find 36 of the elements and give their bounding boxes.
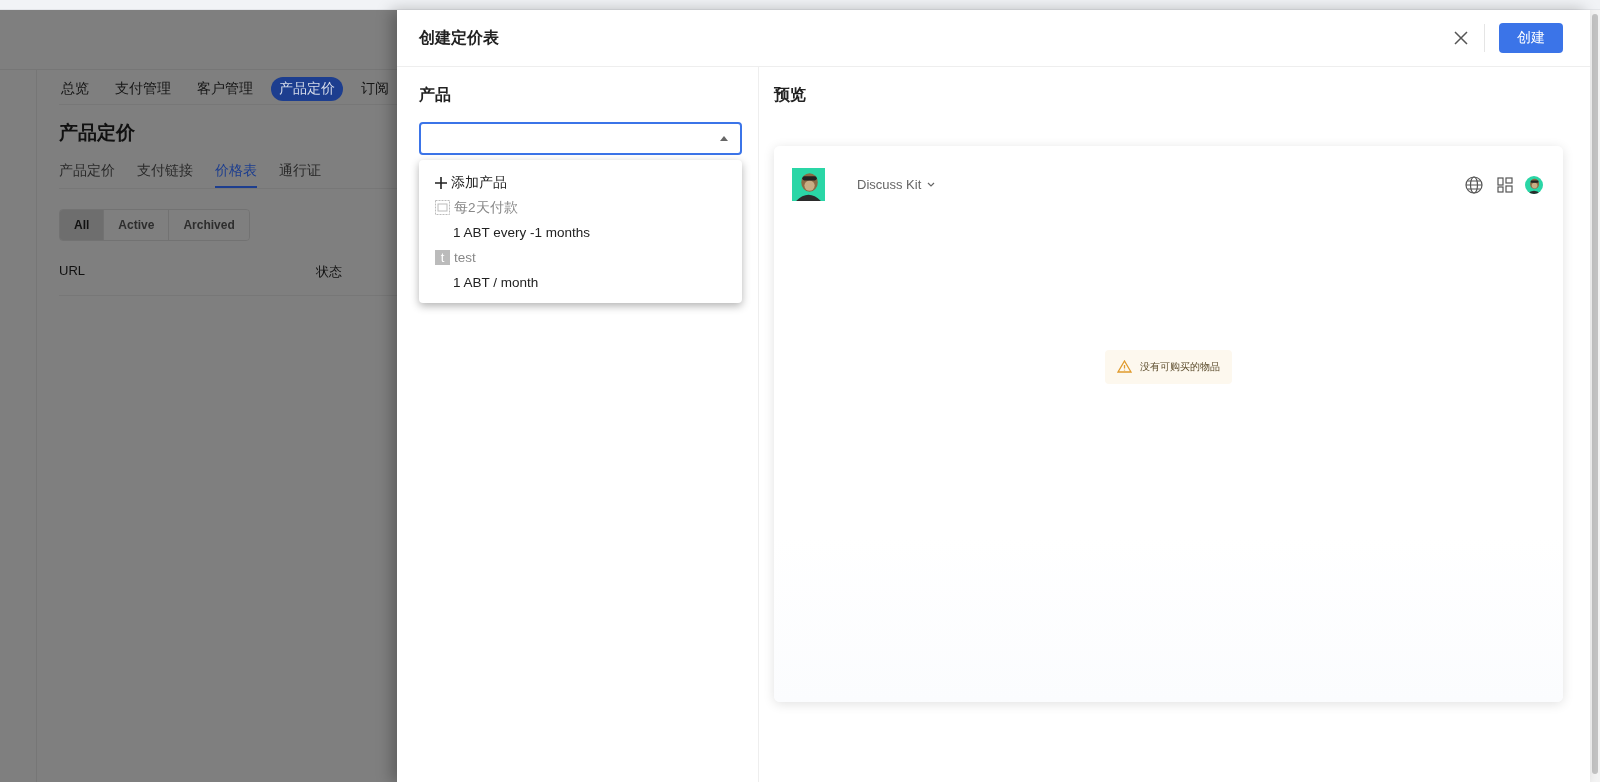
scrollbar-thumb[interactable] [1592, 14, 1598, 774]
caret-icon [720, 136, 728, 141]
dropdown-option[interactable]: 添加产品 [451, 173, 507, 192]
chevron-down-icon [927, 182, 936, 187]
preview-label: 预览 [774, 85, 807, 105]
filter-button[interactable]: All [60, 210, 105, 240]
letter-avatar: t [435, 250, 450, 265]
nav-tab[interactable]: 支付管理 [115, 77, 171, 101]
dropdown-option[interactable]: 1 ABT / month [453, 275, 539, 290]
avatar-button[interactable] [1525, 175, 1543, 194]
product-label: 产品 [419, 85, 452, 105]
product-select[interactable] [419, 122, 742, 155]
product-group-name: 每2天付款 [454, 198, 518, 217]
product-group-name: test [454, 250, 476, 265]
grid-icon[interactable] [1497, 176, 1513, 193]
page-title: 产品定价 [59, 121, 136, 145]
column-header: 状态 [316, 263, 343, 281]
sub-tab[interactable]: 价格表 [215, 158, 257, 188]
nav-tab[interactable]: 订阅 [361, 77, 389, 101]
sub-tab[interactable]: 产品定价 [59, 158, 115, 188]
plus-icon [435, 176, 447, 189]
dropdown-option[interactable]: 1 ABT every -1 months [453, 225, 591, 240]
empty-message: 没有可购买的物品 [1140, 359, 1220, 374]
sub-tab[interactable]: 通行证 [279, 158, 321, 188]
warning-icon [1117, 360, 1132, 373]
close-icon [1454, 31, 1468, 45]
create-button[interactable]: 创建 [1499, 23, 1563, 53]
image-placeholder-icon [435, 200, 450, 215]
column-header: URL [59, 263, 86, 280]
nav-tab[interactable]: 客户管理 [197, 77, 253, 101]
nav-tab[interactable]: 总览 [61, 77, 89, 101]
nav-tab[interactable]: 产品定价 [271, 77, 343, 101]
app-switcher[interactable]: Discuss Kit [851, 176, 1455, 193]
sub-tab[interactable]: 支付链接 [137, 158, 193, 188]
drawer-title: 创建定价表 [419, 27, 500, 48]
globe-icon[interactable] [1465, 175, 1483, 194]
